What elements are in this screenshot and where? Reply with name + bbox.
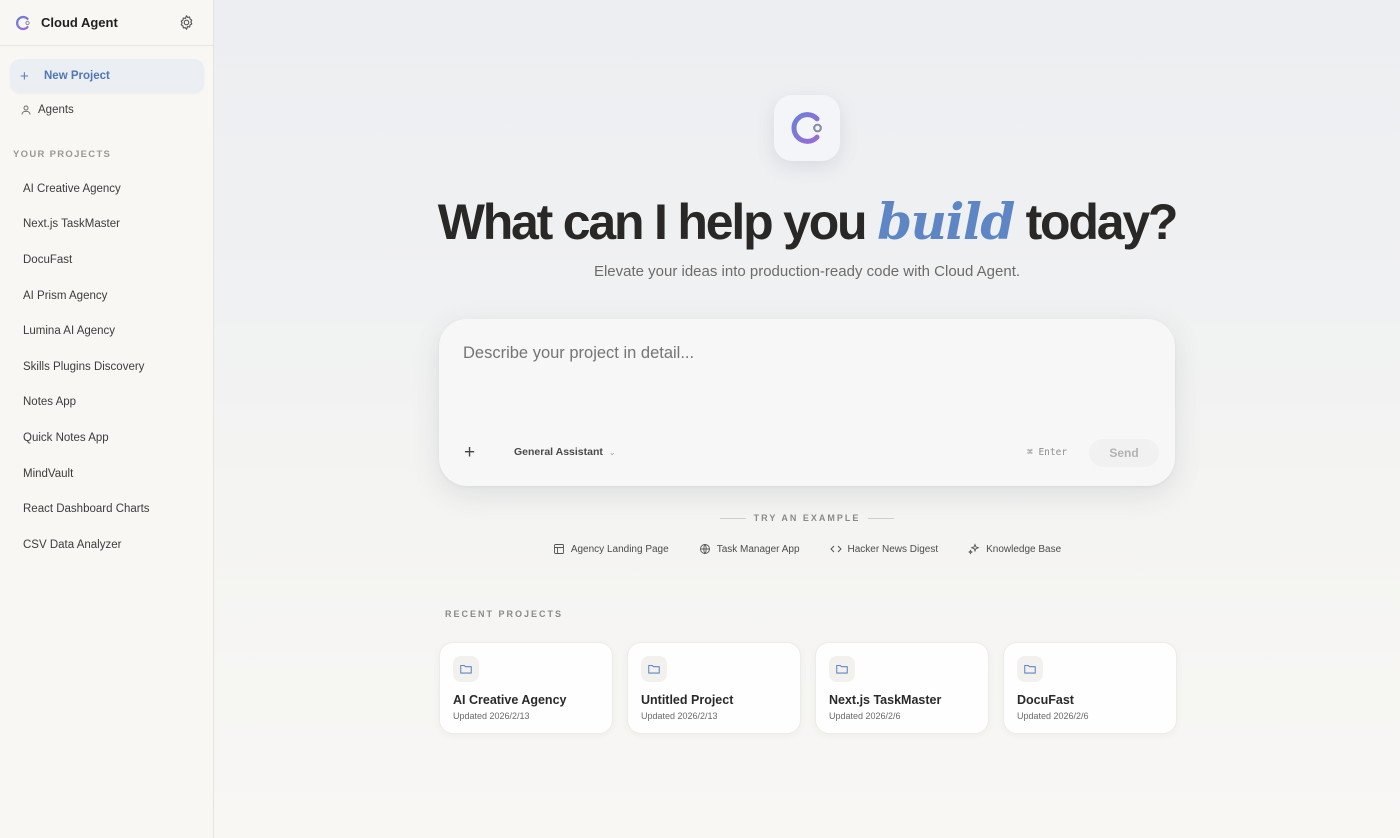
folder-icon [1017,656,1043,682]
card-title: Untitled Project [641,693,734,707]
example-label: Agency Landing Page [570,543,669,555]
recent-project-card[interactable]: Untitled Project Updated 2026/2/13 [627,642,801,734]
agent-selector-label: General Assistant [514,446,603,458]
new-project-label: New Project [44,70,110,82]
sidebar-project-item[interactable]: MindVault [0,456,214,492]
prompt-composer: + General Assistant ⌄ ⌘ Enter Send [439,319,1175,486]
example-agency-landing-page[interactable]: Agency Landing Page [553,543,669,555]
app-logo-icon [791,112,822,144]
chevron-down-icon: ⌄ [608,447,616,457]
sidebar-project-item[interactable]: Skills Plugins Discovery [0,349,214,385]
recent-projects-list: AI Creative Agency Updated 2026/2/13 Unt… [439,642,1177,734]
sidebar-project-item[interactable]: CSV Data Analyzer [0,527,214,563]
divider [719,517,746,519]
example-hacker-news-digest[interactable]: Hacker News Digest [829,543,939,555]
code-icon [829,545,842,553]
examples-label-text: TRY AN EXAMPLE [753,513,861,523]
sidebar-project-item[interactable]: DocuFast [0,242,214,278]
card-title: Next.js TaskMaster [829,693,942,707]
headline-before: What can I help you [437,194,868,250]
examples-label: TRY AN EXAMPLE [214,513,1400,523]
sidebar-project-item[interactable]: Lumina AI Agency [0,313,214,349]
sidebar-project-item[interactable]: Quick Notes App [0,420,214,456]
sidebar-project-item[interactable]: Notes App [0,385,214,421]
example-label: Knowledge Base [986,543,1062,555]
layout-icon [553,544,564,554]
headline-after: today? [1025,194,1179,250]
recent-project-card[interactable]: AI Creative Agency Updated 2026/2/13 [439,642,613,734]
example-knowledge-base[interactable]: Knowledge Base [968,543,1061,555]
folder-icon [829,656,855,682]
sidebar-project-item[interactable]: Next.js TaskMaster [0,207,214,243]
sidebar-header: Cloud Agent [0,0,213,46]
sparkles-icon [968,543,980,555]
folder-icon [453,656,479,682]
example-list: Agency Landing Page Task Manager App Hac… [214,543,1400,555]
project-list: AI Creative Agency Next.js TaskMaster Do… [0,171,214,563]
send-button[interactable]: Send [1089,439,1159,467]
agents-label: Agents [38,104,74,116]
main-content: What can I help you build today? Elevate… [214,0,1400,838]
folder-icon [641,656,667,682]
project-description-input[interactable] [463,344,1143,363]
card-title: AI Creative Agency [453,693,567,707]
recent-project-card[interactable]: Next.js TaskMaster Updated 2026/2/6 [815,642,989,734]
app-title: Cloud Agent [41,15,118,30]
card-updated: Updated 2026/2/13 [641,711,718,721]
shortcut-hint: ⌘ Enter [1027,447,1068,458]
app-logo-icon [16,15,30,30]
add-attachment-icon[interactable]: + [464,443,475,462]
user-icon [21,105,31,115]
example-task-manager-app[interactable]: Task Manager App [699,543,800,555]
hero-logo [774,95,840,161]
plus-icon: + [20,67,29,85]
agent-selector[interactable]: General Assistant ⌄ [514,446,616,458]
headline-accent: build [877,192,1015,251]
sidebar: Cloud Agent + New Project Agents YOUR PR… [0,0,214,838]
settings-gear-icon[interactable] [178,14,195,31]
hero-subtitle: Elevate your ideas into production-ready… [593,263,1021,280]
sidebar-project-item[interactable]: React Dashboard Charts [0,491,214,527]
card-updated: Updated 2026/2/6 [1017,711,1089,721]
new-project-button[interactable]: + New Project [10,59,204,93]
recent-project-card[interactable]: DocuFast Updated 2026/2/6 [1003,642,1177,734]
globe-icon [699,544,710,554]
headline: What can I help you build today? [214,192,1400,251]
sidebar-project-item[interactable]: AI Creative Agency [0,171,214,207]
card-updated: Updated 2026/2/6 [829,711,901,721]
example-label: Task Manager App [716,543,800,555]
sidebar-project-item[interactable]: AI Prism Agency [0,278,214,314]
sidebar-item-agents[interactable]: Agents [20,104,74,116]
example-label: Hacker News Digest [847,543,939,555]
card-updated: Updated 2026/2/13 [453,711,530,721]
recent-projects-label: RECENT PROJECTS [445,609,564,619]
projects-section-label: YOUR PROJECTS [13,149,112,160]
card-title: DocuFast [1017,693,1074,707]
divider [868,517,895,519]
